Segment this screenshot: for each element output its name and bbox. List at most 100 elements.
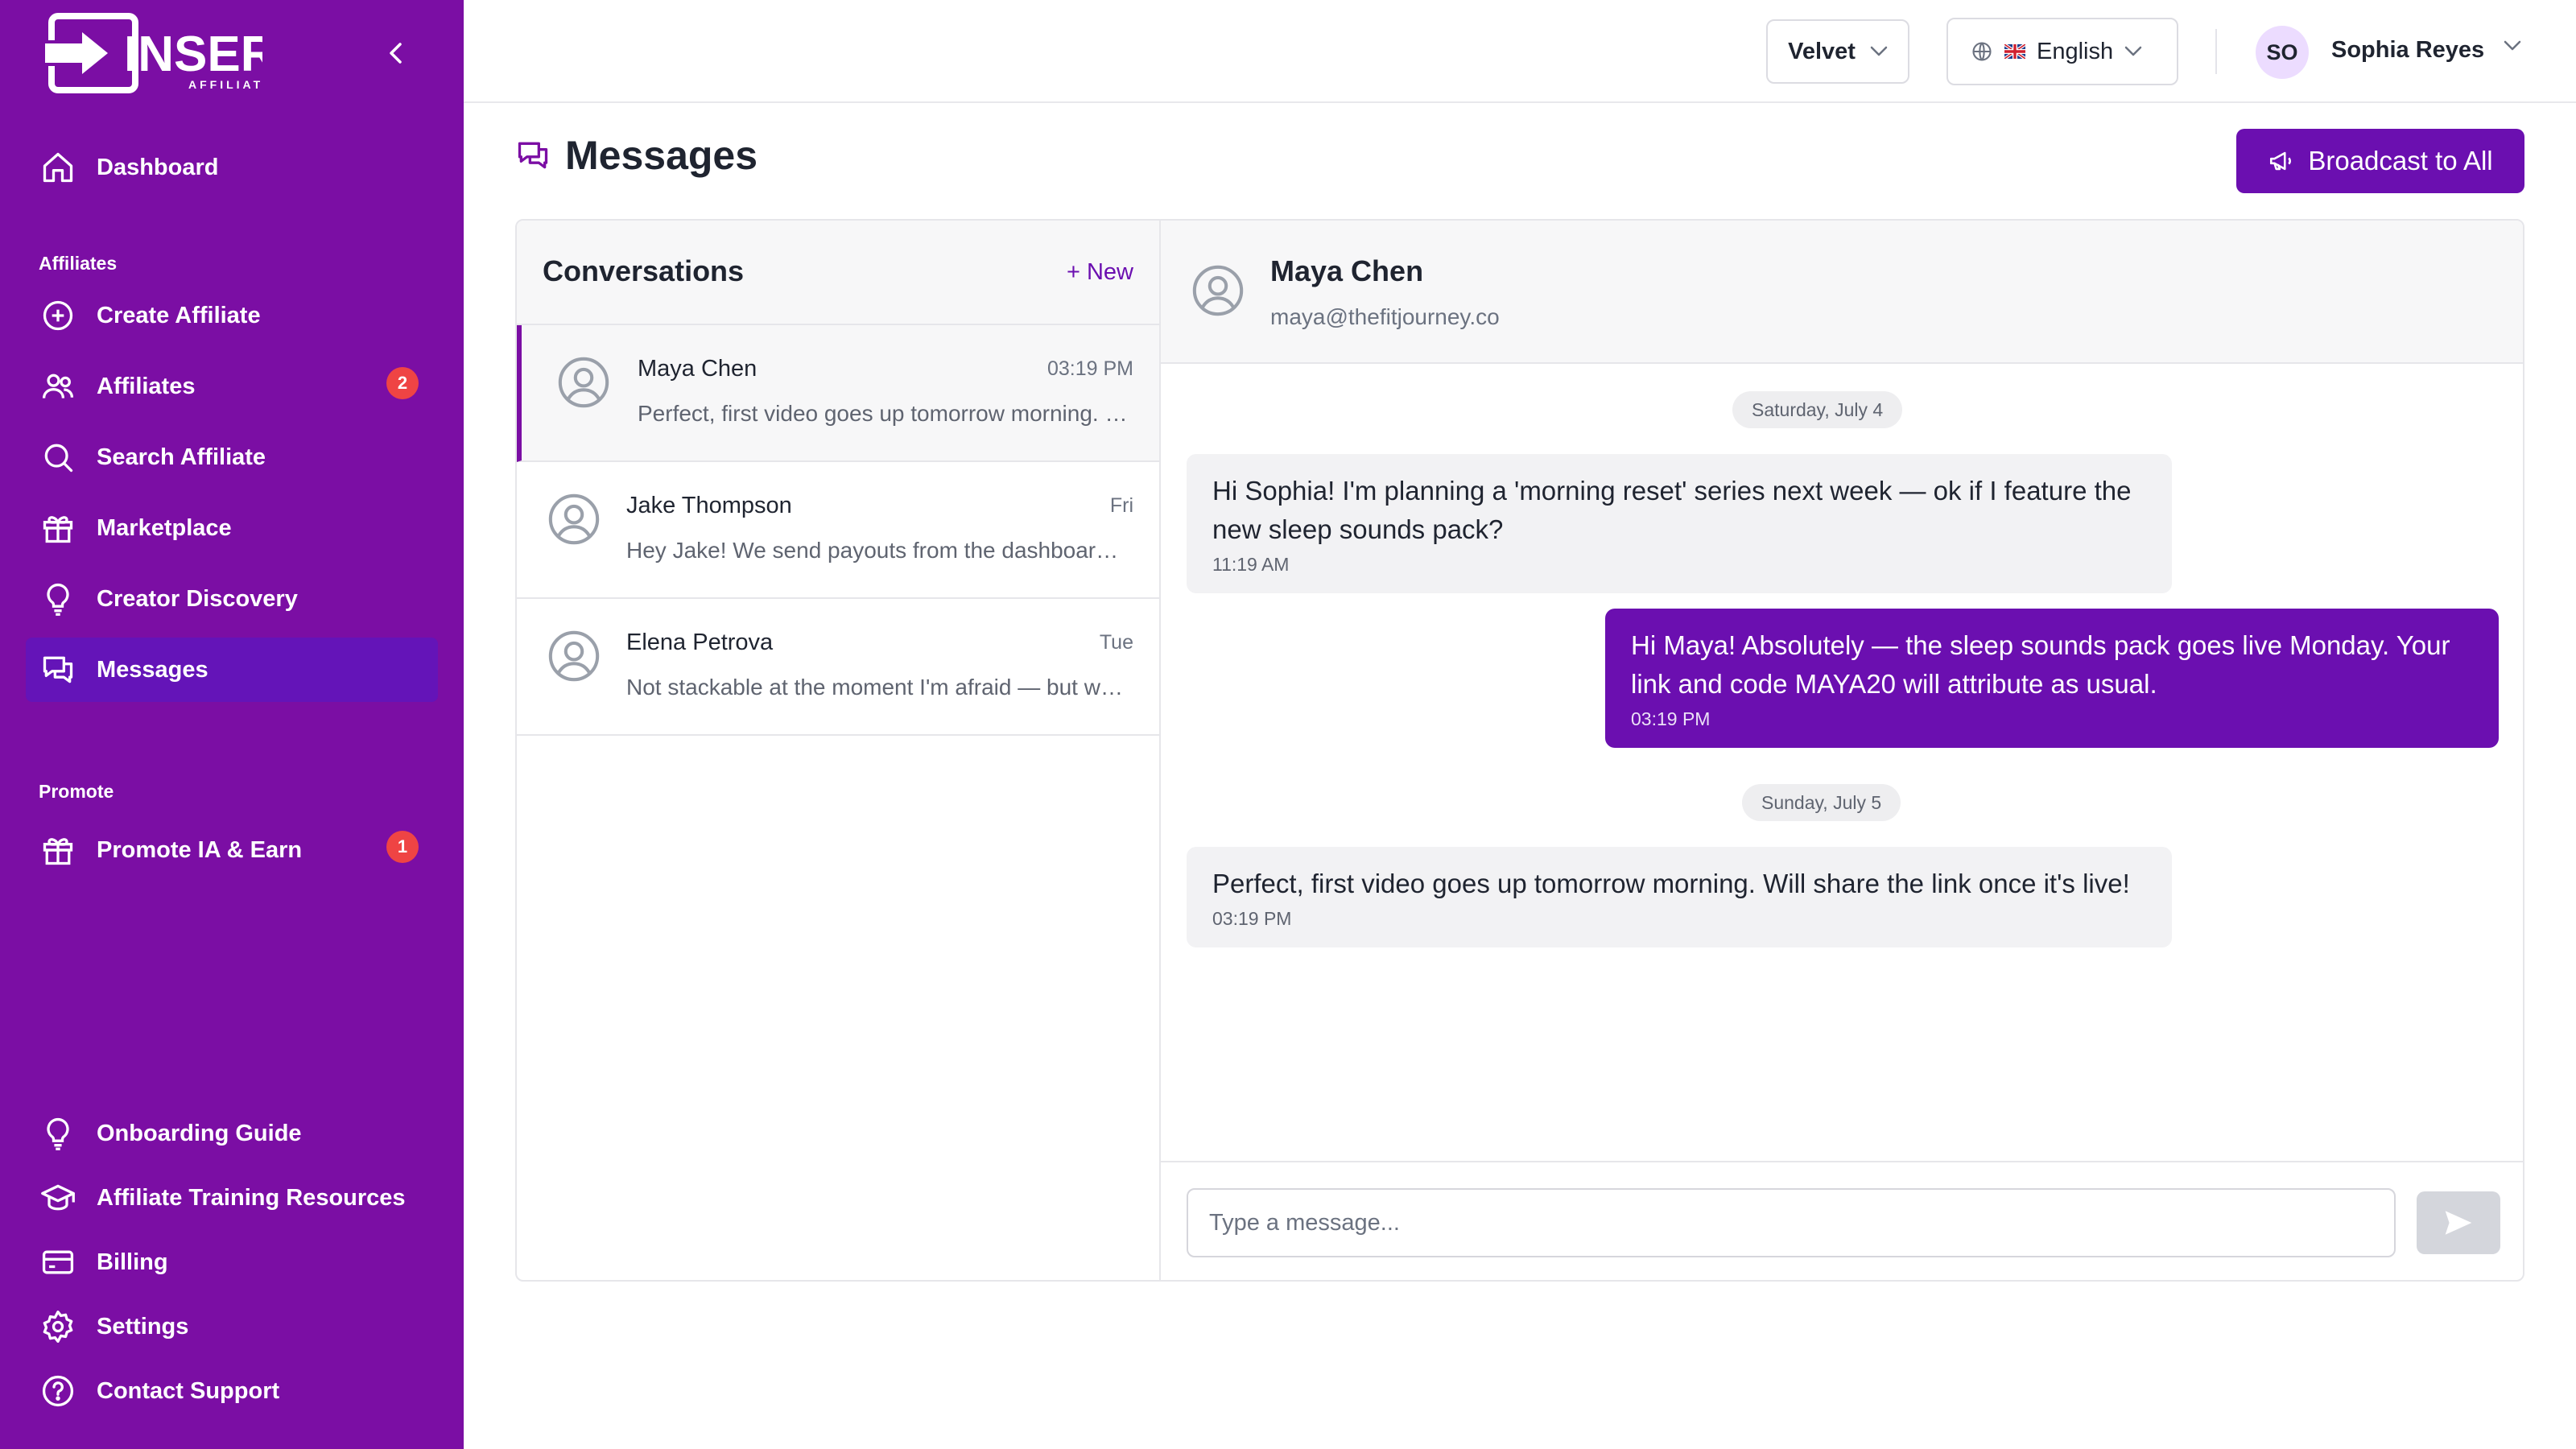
lightbulb-icon bbox=[39, 580, 77, 618]
sidebar-item-messages[interactable]: Messages bbox=[26, 638, 438, 702]
conversation-item[interactable]: Elena Petrova Tue Not stackable at the m… bbox=[517, 599, 1159, 736]
plus-circle-icon bbox=[39, 296, 77, 335]
conversation-name: Jake Thompson bbox=[626, 493, 792, 518]
sidebar-item-billing[interactable]: Billing bbox=[26, 1230, 438, 1294]
messages-panel: Conversations + New Maya Chen 03:19 PM P… bbox=[515, 219, 2524, 1282]
megaphone-icon bbox=[2270, 151, 2292, 171]
conversation-time: Tue bbox=[1099, 631, 1133, 654]
top-bar: Velvet English SO Sophia Reyes bbox=[464, 0, 2576, 103]
sidebar-item-affiliates[interactable]: Affiliates 2 bbox=[26, 354, 438, 419]
date-separator: Saturday, July 4 bbox=[1732, 391, 1903, 428]
language-select[interactable]: English bbox=[1946, 18, 2178, 85]
sidebar-item-label: Settings bbox=[97, 1313, 189, 1340]
chat-header: Maya Chen maya@thefitjourney.co bbox=[1161, 221, 2523, 364]
date-separator: Sunday, July 5 bbox=[1742, 784, 1901, 821]
conversation-time: 03:19 PM bbox=[1046, 357, 1133, 380]
broadcast-label: Broadcast to All bbox=[2308, 146, 2493, 175]
svg-text:INSERT: INSERT bbox=[124, 27, 262, 82]
message-text: Perfect, first video goes up tomorrow mo… bbox=[1212, 869, 2130, 898]
conversation-preview: Not stackable at the moment I'm afraid —… bbox=[626, 675, 1130, 700]
sidebar-item-settings[interactable]: Settings bbox=[26, 1294, 438, 1359]
conversations-title: Conversations bbox=[543, 254, 745, 287]
conversation-preview: Hey Jake! We send payouts from the dashb… bbox=[626, 538, 1130, 563]
notification-badge: 1 bbox=[386, 831, 419, 863]
sidebar-item-training-resources[interactable]: Affiliate Training Resources bbox=[26, 1166, 438, 1230]
user-menu-chevron-down-icon[interactable] bbox=[2504, 40, 2521, 52]
sidebar-item-marketplace[interactable]: Marketplace bbox=[26, 496, 438, 560]
message-composer bbox=[1161, 1161, 2523, 1280]
section-label-promote: Promote bbox=[39, 781, 114, 802]
user-avatar-icon bbox=[548, 493, 600, 545]
send-icon bbox=[2445, 1211, 2472, 1235]
divider bbox=[2215, 29, 2217, 74]
sidebar-item-label: Affiliates bbox=[97, 373, 196, 399]
uk-flag-icon bbox=[2004, 44, 2025, 59]
svg-text:AFFILIATE: AFFILIATE bbox=[188, 78, 262, 91]
help-circle-icon bbox=[39, 1372, 77, 1410]
sidebar-item-dashboard[interactable]: Dashboard bbox=[26, 135, 438, 200]
sidebar-item-onboarding-guide[interactable]: Onboarding Guide bbox=[26, 1101, 438, 1166]
gift-icon bbox=[39, 509, 77, 547]
message-time: 03:19 PM bbox=[1212, 908, 1292, 929]
sidebar-item-label: Search Affiliate bbox=[97, 444, 266, 470]
chat-contact-email: maya@thefitjourney.co bbox=[1270, 304, 1500, 329]
collapse-sidebar-button[interactable] bbox=[378, 35, 414, 71]
message-text: Hi Sophia! I'm planning a 'morning reset… bbox=[1212, 476, 2132, 544]
new-conversation-button[interactable]: + New bbox=[1067, 259, 1133, 286]
conversations-list: Conversations + New Maya Chen 03:19 PM P… bbox=[517, 221, 1161, 1280]
outgoing-message: Hi Maya! Absolutely — the sleep sounds p… bbox=[1605, 609, 2499, 748]
sidebar-item-label: Marketplace bbox=[97, 514, 232, 541]
globe-icon bbox=[1972, 42, 1992, 61]
graduation-cap-icon bbox=[39, 1179, 77, 1217]
users-icon bbox=[39, 367, 77, 406]
conversation-preview: Perfect, first video goes up tomorrow mo… bbox=[638, 401, 1135, 426]
page-title: Messages bbox=[565, 133, 758, 178]
language-name: English bbox=[2037, 38, 2114, 64]
message-input[interactable] bbox=[1187, 1188, 2396, 1257]
search-icon bbox=[39, 438, 77, 477]
conversation-item[interactable]: Maya Chen 03:19 PM Perfect, first video … bbox=[517, 325, 1159, 462]
message-text: Hi Maya! Absolutely — the sleep sounds p… bbox=[1631, 630, 2450, 699]
sidebar-item-label: Affiliate Training Resources bbox=[97, 1184, 406, 1211]
conversation-time: Fri bbox=[1109, 494, 1133, 517]
sidebar-item-creator-discovery[interactable]: Creator Discovery bbox=[26, 567, 438, 631]
conversations-header: Conversations + New bbox=[517, 221, 1159, 325]
chevron-down-icon bbox=[1870, 46, 1888, 56]
gift-icon bbox=[39, 831, 77, 869]
sidebar-item-label: Creator Discovery bbox=[97, 585, 298, 612]
sidebar-item-label: Onboarding Guide bbox=[97, 1120, 302, 1146]
sidebar-item-label: Promote IA & Earn bbox=[97, 836, 303, 863]
chat-icon bbox=[39, 650, 77, 689]
workspace-name: Velvet bbox=[1788, 38, 1856, 64]
sidebar-item-promote-earn[interactable]: Promote IA & Earn 1 bbox=[26, 818, 438, 882]
user-avatar-icon bbox=[1192, 265, 1244, 316]
sidebar-item-create-affiliate[interactable]: Create Affiliate bbox=[26, 283, 438, 348]
sidebar-item-label: Messages bbox=[97, 656, 208, 683]
user-name[interactable]: Sophia Reyes bbox=[2331, 37, 2484, 64]
user-avatar[interactable]: SO bbox=[2256, 26, 2309, 79]
user-avatar-icon bbox=[558, 357, 609, 408]
broadcast-to-all-button[interactable]: Broadcast to All bbox=[2236, 129, 2524, 193]
lightbulb-icon bbox=[39, 1114, 77, 1153]
incoming-message: Hi Sophia! I'm planning a 'morning reset… bbox=[1187, 454, 2172, 593]
sidebar: INSERT AFFILIATE Dashboard Affiliates Cr… bbox=[0, 0, 464, 1449]
send-button[interactable] bbox=[2417, 1191, 2500, 1254]
conversation-name: Elena Petrova bbox=[626, 630, 774, 655]
page-header: Messages bbox=[515, 132, 758, 179]
conversation-item[interactable]: Jake Thompson Fri Hey Jake! We send payo… bbox=[517, 462, 1159, 599]
home-icon bbox=[39, 148, 77, 187]
section-label-affiliates: Affiliates bbox=[39, 253, 118, 274]
insert-affiliate-logo[interactable]: INSERT AFFILIATE bbox=[45, 11, 307, 95]
incoming-message: Perfect, first video goes up tomorrow mo… bbox=[1187, 847, 2172, 947]
workspace-select[interactable]: Velvet bbox=[1766, 19, 1909, 84]
user-avatar-icon bbox=[548, 630, 600, 682]
sidebar-item-search-affiliate[interactable]: Search Affiliate bbox=[26, 425, 438, 489]
sidebar-item-contact-support[interactable]: Contact Support bbox=[26, 1359, 438, 1423]
sidebar-item-label: Billing bbox=[97, 1249, 168, 1275]
message-time: 11:19 AM bbox=[1212, 554, 1290, 575]
sidebar-item-label: Contact Support bbox=[97, 1377, 280, 1404]
chat-icon bbox=[518, 142, 548, 169]
chat-contact-name: Maya Chen bbox=[1270, 254, 1424, 287]
chevron-down-icon bbox=[2124, 46, 2142, 56]
gear-icon bbox=[39, 1307, 77, 1346]
